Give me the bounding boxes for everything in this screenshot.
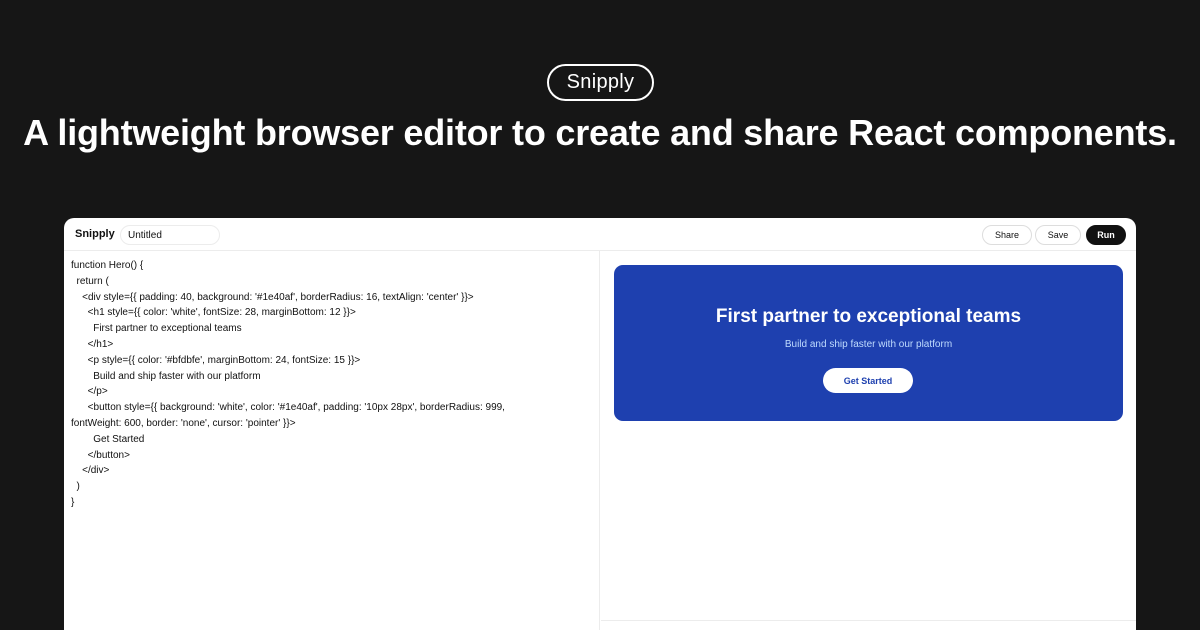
hero-title: First partner to exceptional teams: [715, 306, 1022, 327]
share-button[interactable]: Share: [982, 225, 1032, 245]
brand-badge: Snipply: [547, 64, 654, 101]
code-line: <div style={{ padding: 40, background: '…: [71, 291, 474, 303]
get-started-button[interactable]: Get Started: [823, 368, 913, 393]
code-line: </h1>: [71, 338, 114, 350]
code-line: <p style={{ color: '#bfdbfe', marginBott…: [71, 354, 361, 366]
editor-window: Snipply Share Save Run function Hero() {…: [64, 218, 1136, 630]
code-editor[interactable]: function Hero() { return ( <div style={{…: [64, 251, 600, 630]
save-button[interactable]: Save: [1035, 225, 1081, 245]
editor-brand: Snipply: [75, 228, 115, 240]
code-line: </button>: [71, 449, 130, 461]
hero-card: First partner to exceptional teams Build…: [614, 265, 1123, 421]
code-line: Build and ship faster with our platform: [71, 370, 261, 382]
snippet-title-input[interactable]: [120, 225, 220, 245]
page-headline: A lightweight browser editor to create a…: [23, 112, 1177, 153]
code-line: fontWeight: 600, border: 'none', cursor:…: [71, 417, 296, 429]
code-line: </div>: [71, 465, 110, 477]
code-line: First partner to exceptional teams: [71, 323, 242, 335]
preview-pane: First partner to exceptional teams Build…: [601, 251, 1136, 621]
code-line: <button style={{ background: 'white', co…: [71, 402, 505, 414]
code-line: }: [71, 496, 75, 508]
code-line: Get Started: [71, 433, 145, 445]
code-line: ): [71, 481, 80, 493]
run-button[interactable]: Run: [1086, 225, 1126, 245]
hero-subtitle: Build and ship faster with our platform: [784, 339, 953, 350]
code-line: <h1 style={{ color: 'white', fontSize: 2…: [71, 307, 356, 319]
code-line: </p>: [71, 386, 108, 398]
code-line: return (: [71, 275, 109, 287]
editor-toolbar: Snipply Share Save Run: [64, 218, 1136, 251]
code-line: function Hero() {: [71, 260, 144, 271]
